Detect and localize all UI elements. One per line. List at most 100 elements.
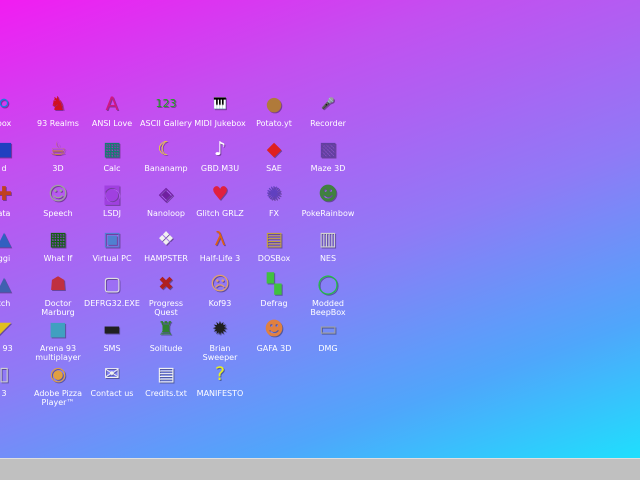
kof93-icon: ☹ [210, 273, 230, 295]
desktop-icon-label: Recorder [310, 119, 346, 128]
desktop-icon-half-life-3[interactable]: λ Half-Life 3 [191, 225, 249, 263]
desktop-icon-kof93[interactable]: ☹ Kof93 [191, 270, 249, 308]
desktop-icon-label: 3 [1, 389, 7, 398]
desktop-icon-label: MIDI Jukebox [194, 119, 246, 128]
desktop-icon-pokerainbow[interactable]: ☻ PokeRainbow [299, 180, 357, 218]
desktop-icon-virtual-pc[interactable]: ▣ Virtual PC [83, 225, 141, 263]
maze-3d-icon: ▩ [319, 138, 337, 160]
gafa-3d-icon: ☻ [264, 318, 284, 340]
desktop-icon-bananamp[interactable]: ☾ Bananamp [137, 135, 195, 173]
desktop-icon-fx[interactable]: ✺ FX [245, 180, 303, 218]
solitude-icon: ♜ [157, 318, 175, 340]
desktop-icon-label: Maze 3D [310, 164, 346, 173]
desktop-icon-sms[interactable]: ▬ SMS [83, 315, 141, 353]
desktop-icon-credits-txt[interactable]: ▤ Credits.txt [137, 360, 195, 398]
desktop-icon-label: Calc [103, 164, 121, 173]
desktop-icon-glitch-grlz[interactable]: ♥ Glitch GRLZ [191, 180, 249, 218]
desktop-icon-what-if[interactable]: ▦ What If [29, 225, 87, 263]
desktop-icon-label: HAMPSTER [144, 254, 188, 263]
desktop-icon-ansi-love[interactable]: A ANSI Love [83, 90, 141, 128]
desktop-icon-label: Solitude [149, 344, 183, 353]
desktop-icon-label: Defrag [260, 299, 288, 308]
tch-icon: ▲ [0, 273, 12, 295]
93-realms-icon: ♞ [49, 93, 67, 115]
desktop-icon-adobe-pizza-player[interactable]: ◉ Adobe Pizza Player™ [29, 360, 87, 407]
ata-icon: ✚ [0, 183, 12, 205]
fx-icon: ✺ [266, 183, 282, 205]
x-93-icon: ◤ [0, 318, 12, 340]
desktop-icon-label: GBD.M3U [200, 164, 240, 173]
desktop-icon-93-realms[interactable]: ♞ 93 Realms [29, 90, 87, 128]
desktop-icon-arena-93-multiplayer[interactable]: ■ Arena 93 multiplayer [29, 315, 87, 362]
desktop-icon-label: 3D [52, 164, 64, 173]
desktop-icon-dosbox[interactable]: ▤ DOSBox [245, 225, 303, 263]
desktop-icon-manifesto[interactable]: ? MANIFESTO [191, 360, 249, 398]
desktop-icon-speech[interactable]: ☺ Speech [29, 180, 87, 218]
midi-jukebox-icon: 🎹 [213, 97, 227, 110]
desktop-icon-calc[interactable]: ▦ Calc [83, 135, 141, 173]
desktop-icon-lsdj[interactable]: ◙ LSDJ [83, 180, 141, 218]
desktop-icon-nes[interactable]: ▥ NES [299, 225, 357, 263]
desktop-icon-maze-3d[interactable]: ▩ Maze 3D [299, 135, 357, 173]
pokerainbow-icon: ☻ [318, 183, 338, 205]
credits-txt-icon: ▤ [157, 363, 175, 385]
desktop-icon-label: ata [0, 209, 11, 218]
recorder-icon: 🎤 [321, 97, 335, 110]
desktop-icon-ascii-gallery[interactable]: 123 ASCII Gallery [137, 90, 195, 128]
calc-icon: ▦ [103, 138, 121, 160]
desktop-icon-midi-jukebox[interactable]: 🎹 MIDI Jukebox [191, 90, 249, 128]
taskbar[interactable] [0, 458, 640, 480]
desktop-icon-dmg[interactable]: ▭ DMG [299, 315, 357, 353]
desktop-icon-gbd-m3u[interactable]: ♪ GBD.M3U [191, 135, 249, 173]
desktop-icon-3d[interactable]: ☕ 3D [29, 135, 87, 173]
desktop-icon-sae[interactable]: ◆ SAE [245, 135, 303, 173]
doctor-marburg-icon: ☗ [49, 273, 67, 295]
desktop-icon-gafa-3d[interactable]: ☻ GAFA 3D [245, 315, 303, 353]
desktop-icon-label: What If [43, 254, 73, 263]
desktop-icon-brian-sweeper[interactable]: ✹ Brian Sweeper [191, 315, 249, 362]
desktop-icon-label: MANIFESTO [196, 389, 244, 398]
3d-icon: ☕ [49, 138, 67, 160]
bananamp-icon: ☾ [157, 138, 175, 160]
desktop-icon-label: box [0, 119, 12, 128]
desktop-icon-hampster[interactable]: ❖ HAMPSTER [137, 225, 195, 263]
desktop-icon-label: 93 Realms [37, 119, 79, 128]
desktop-icon-label: DEFRG32.EXE [84, 299, 140, 308]
dmg-icon: ▭ [319, 318, 337, 340]
desktop-icon-label: PokeRainbow [301, 209, 355, 218]
desktop-icon-label: Bananamp [144, 164, 188, 173]
desktop-icon-defrg32-exe[interactable]: ▢ DEFRG32.EXE [83, 270, 141, 308]
desktop-icon-label: Nanoloop [147, 209, 185, 218]
desktop-icon-contact-us[interactable]: ✉ Contact us [83, 360, 141, 398]
desktop-icon-solitude[interactable]: ♜ Solitude [137, 315, 195, 353]
desktop-icon-progress-quest[interactable]: ✖ Progress Quest [137, 270, 195, 317]
desktop: ⚪ box ♞ 93 Realms A ANSI Love 123 ASCII Gallery… [0, 0, 640, 458]
desktop-icon-label: FX [268, 209, 280, 218]
desktop-icon-defrag[interactable]: ▚ Defrag [245, 270, 303, 308]
ggi-icon: ▲ [0, 228, 12, 250]
desktop-icon-label: Kof93 [208, 299, 232, 308]
desktop-icon-potato-yt[interactable]: ● Potato.yt [245, 90, 303, 128]
desktop-icon-label: DOSBox [257, 254, 291, 263]
desktop-icon-modded-beepbox[interactable]: ◯ Modded BeepBox [299, 270, 357, 317]
arena-93-multiplayer-icon: ■ [49, 318, 67, 340]
ansi-love-icon: A [105, 93, 119, 115]
potato-yt-icon: ● [265, 93, 283, 115]
half-life-3-icon: λ [214, 228, 226, 250]
defrg32-exe-icon: ▢ [103, 273, 121, 295]
desktop-icon-label: ggi [0, 254, 11, 263]
desktop-icon-nanoloop[interactable]: ◈ Nanoloop [137, 180, 195, 218]
d-icon: ■ [0, 138, 13, 160]
nanoloop-icon: ◈ [158, 183, 174, 205]
adobe-pizza-player-icon: ◉ [49, 363, 67, 385]
desktop-icon-label: LSDJ [102, 209, 122, 218]
virtual-pc-icon: ▣ [103, 228, 121, 250]
what-if-icon: ▦ [49, 228, 67, 250]
desktop-icon-label: tch [0, 299, 11, 308]
desktop-icon-label: Glitch GRLZ [196, 209, 244, 218]
desktop-icon-label: Half-Life 3 [199, 254, 241, 263]
desktop-icon-label: SAE [266, 164, 282, 173]
desktop-icon-recorder[interactable]: 🎤 Recorder [299, 90, 357, 128]
desktop-icon-label: NES [319, 254, 337, 263]
desktop-icon-doctor-marburg[interactable]: ☗ Doctor Marburg [29, 270, 87, 317]
